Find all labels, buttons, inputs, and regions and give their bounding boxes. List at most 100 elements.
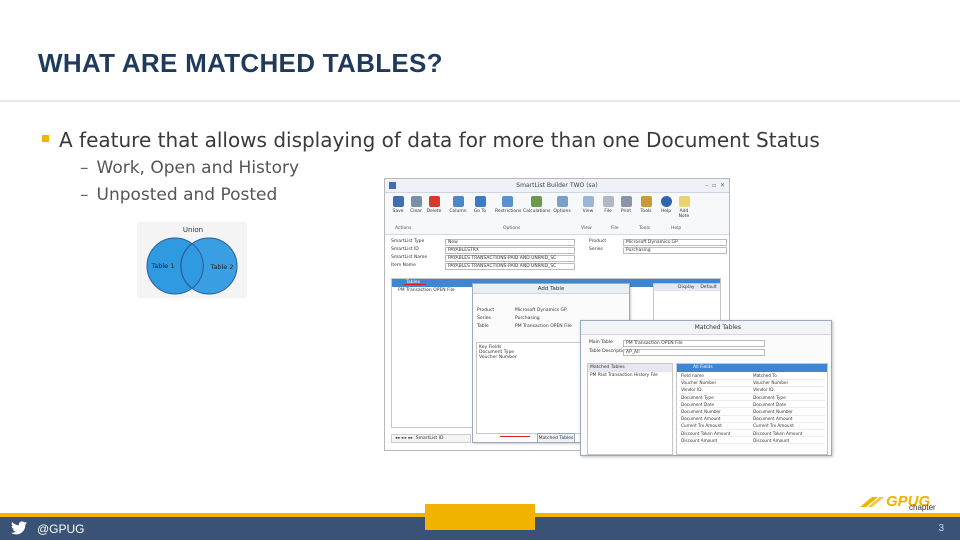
venn-title: Union — [183, 226, 203, 234]
matched-tables-list-header: Matched Tables — [588, 364, 672, 372]
twitter-icon — [11, 521, 27, 535]
key-fields-list: Key Fields Document Type Voucher Number — [476, 342, 586, 434]
bottom-field: SmartList ID — [415, 436, 444, 441]
table-description-field[interactable]: AP_All — [623, 349, 765, 356]
table-row[interactable]: Discount Amount Discount Amount — [679, 436, 825, 445]
field-row: SmartList Name PAYABLES TRANSACTIONS-PAID… — [391, 255, 721, 263]
annotation-arrow — [404, 284, 426, 285]
calculations-button[interactable]: Calculations — [523, 196, 550, 214]
table-row[interactable]: Voucher Number Voucher Number — [679, 379, 825, 387]
table-row[interactable]: Document Amount Document Amount — [679, 415, 825, 423]
header-fields: SmartList Type New Product Microsoft Dynami… — [391, 239, 727, 271]
table-row[interactable]: Document Number Document Number — [679, 407, 825, 416]
matched-to-column-header: Matched To — [751, 372, 825, 380]
file-icon — [602, 196, 614, 207]
delete-button[interactable]: Delete — [425, 196, 443, 214]
table-row[interactable]: Vendor ID Vendor ID — [679, 386, 825, 395]
add-table-row: Product Microsoft Dynamics GP — [477, 308, 567, 313]
window-controls[interactable]: – ▫ ✕ — [705, 182, 725, 189]
matched-table-item[interactable]: PM Paid Transaction History File — [588, 372, 672, 379]
record-navigator[interactable]: ◂◂ ◂ ▸ ▸▸ SmartList ID — [391, 434, 471, 443]
column-button[interactable]: Column — [449, 196, 467, 214]
page-number: 3 — [938, 523, 944, 534]
ribbon: Save Clear Delete Column Go To Restricti… — [385, 193, 729, 235]
venn-left-label: Table 1 — [150, 262, 174, 270]
dash-icon: – — [80, 185, 89, 205]
all-fields-header[interactable]: All Fields — [677, 364, 827, 372]
column-icon — [452, 196, 464, 207]
main-bullet-text: A feature that allows displaying of data… — [59, 128, 820, 152]
twitter-handle[interactable]: @GPUG — [37, 522, 85, 536]
calculations-icon — [530, 196, 542, 207]
main-table-field[interactable]: PM Transaction OPEN File — [623, 340, 765, 347]
sub-bullet-2-text: Unposted and Posted — [96, 185, 278, 205]
group-tools: Tools — [639, 226, 651, 231]
group-options: Options — [503, 226, 521, 231]
file-button[interactable]: File — [599, 196, 617, 214]
group-view: View — [581, 226, 592, 231]
help-button[interactable]: Help — [657, 196, 675, 214]
default-column-header: Default — [700, 285, 717, 290]
item-name-field[interactable]: PAYABLES TRANSACTIONS-PAID AND UNPAID_SC — [445, 263, 575, 270]
smartlist-name-field[interactable]: PAYABLES TRANSACTIONS-PAID AND UNPAID_SC — [445, 255, 575, 262]
slide-title: WHAT ARE MATCHED TABLES? — [38, 48, 443, 78]
key-field-item[interactable]: Voucher Number — [479, 355, 583, 360]
help-icon — [660, 196, 672, 207]
main-bullet: A feature that allows displaying of data… — [42, 128, 820, 152]
venn-right-label: Table 2 — [209, 263, 233, 271]
matched-tables-button[interactable]: Matched Tables — [537, 433, 575, 443]
sub-bullet-2: – Unposted and Posted — [80, 185, 277, 205]
smartlist-id-field[interactable]: PAYABLESTRX — [445, 247, 575, 254]
product-field[interactable]: Microsoft Dynamics GP — [623, 239, 727, 246]
options-button[interactable]: Options — [553, 196, 571, 214]
venn-diagram: Union Table 1 Table 2 — [137, 222, 247, 298]
all-fields-grid: All Fields Field name Matched To Voucher… — [676, 363, 828, 455]
delete-icon — [428, 196, 440, 207]
sub-bullet-1-text: Work, Open and History — [96, 158, 300, 178]
field-row: SmartList Type New Product Microsoft Dynami… — [391, 239, 727, 247]
table-row[interactable]: Document Date Document Date — [679, 400, 825, 409]
column-options-grid: Display Default — [653, 283, 721, 323]
series-field[interactable]: Purchasing — [623, 247, 727, 254]
fields-table: Field name Matched To Voucher Number Vouc… — [679, 372, 825, 445]
bullet-square-icon — [42, 135, 49, 142]
matched-tables-dialog: Matched Tables Main Table PM Transaction … — [580, 320, 832, 456]
view-icon — [582, 196, 594, 207]
footer-gold-tab — [425, 504, 535, 530]
field-name-column-header: Field name — [679, 372, 751, 380]
restrictions-button[interactable]: Restrictions — [495, 196, 521, 214]
table-row[interactable]: Document Type Document Type — [679, 393, 825, 402]
group-help: Help — [671, 226, 682, 231]
save-button[interactable]: Save — [389, 196, 407, 214]
group-actions: Actions — [395, 226, 412, 231]
matched-tables-title: Matched Tables — [581, 321, 831, 335]
matched-tables-list: Matched Tables PM Paid Transaction Histo… — [587, 363, 673, 455]
logo-chapter-text: chapter — [909, 503, 936, 512]
table-row[interactable]: Discount Taken Amount Discount Taken Amou… — [679, 429, 825, 438]
table-header-row: Field name Matched To — [679, 372, 825, 380]
field-row: Item Name PAYABLES TRANSACTIONS-PAID AND … — [391, 263, 721, 271]
clear-icon — [410, 196, 422, 207]
print-button[interactable]: Print — [617, 196, 635, 214]
field-row: SmartList ID PAYABLESTRX Series Purchasing — [391, 247, 727, 255]
smartlist-type-field[interactable]: New — [445, 239, 575, 246]
goto-icon — [474, 196, 486, 207]
matched-row: Main Table PM Transaction OPEN File — [581, 340, 831, 349]
title-divider — [0, 100, 960, 102]
table-row[interactable]: Current Trx Amount Current Trx Amount — [679, 422, 825, 431]
goto-button[interactable]: Go To — [471, 196, 489, 214]
sub-bullet-1: – Work, Open and History — [80, 158, 299, 178]
tools-icon — [640, 196, 652, 207]
note-icon — [678, 196, 690, 207]
add-note-button[interactable]: Add Note — [675, 196, 693, 219]
tools-button[interactable]: Tools — [637, 196, 655, 214]
gpug-logo: GPUG — [860, 493, 931, 510]
annotation-arrow — [500, 436, 530, 437]
clear-button[interactable]: Clear — [407, 196, 425, 214]
save-icon — [392, 196, 404, 207]
display-column-header: Display — [678, 285, 695, 290]
window-title: SmartList Builder TWO (sa) — [516, 182, 598, 189]
matched-row: Table Description AP_All — [581, 349, 831, 358]
dash-icon: – — [80, 158, 89, 178]
view-button[interactable]: View — [579, 196, 597, 214]
